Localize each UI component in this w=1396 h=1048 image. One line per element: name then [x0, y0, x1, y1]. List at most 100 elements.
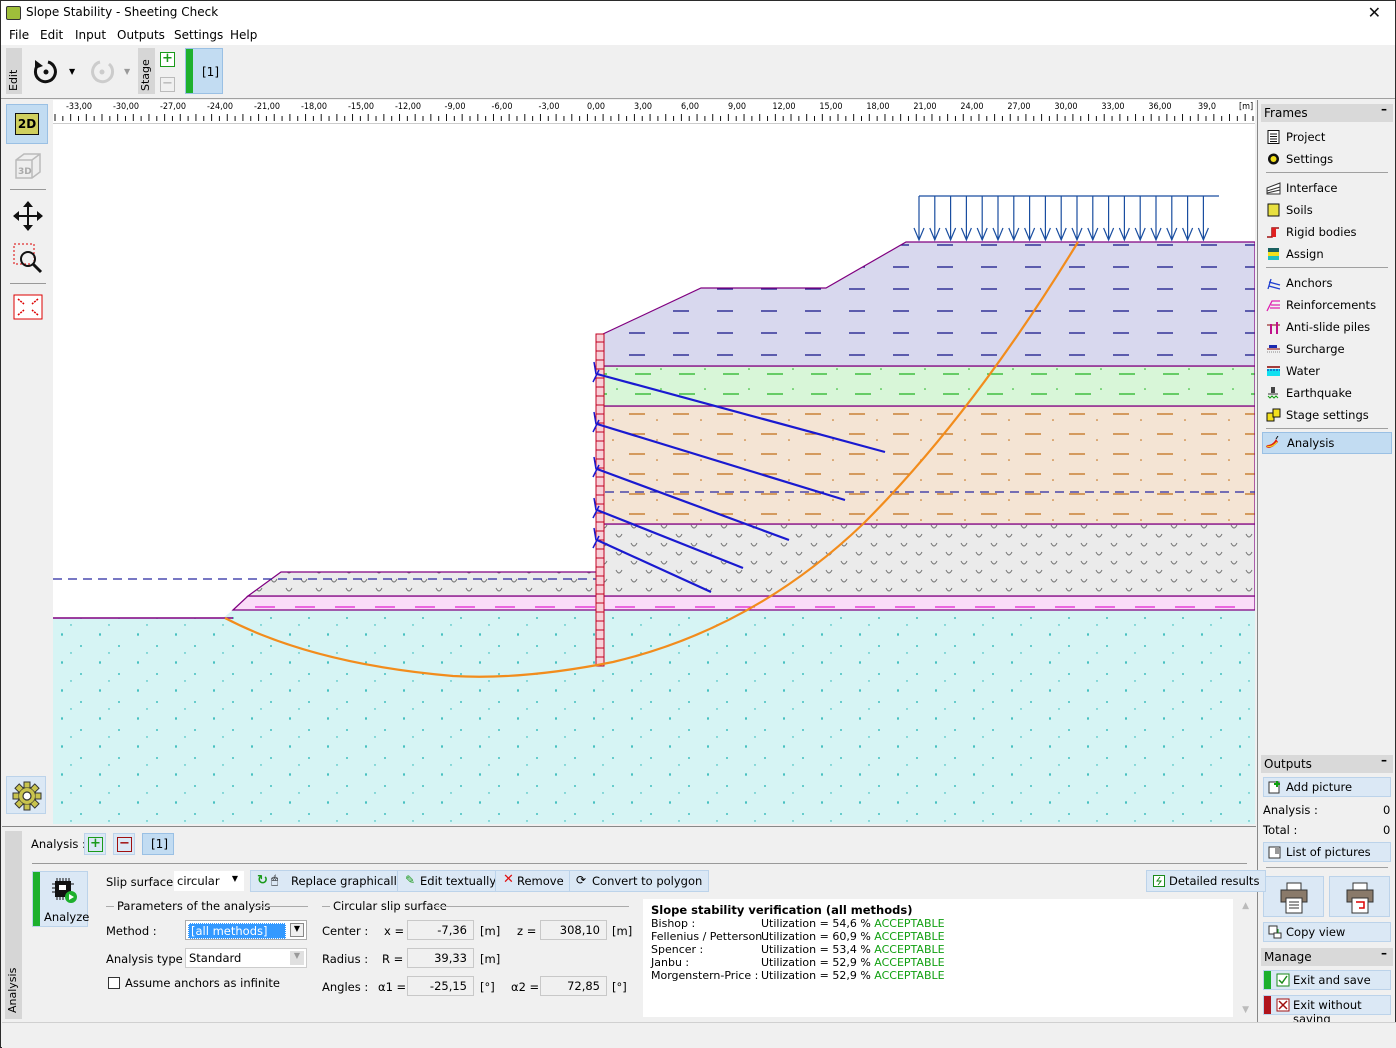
result-values: Utilization = 60,9 % ACCEPTABLE: [761, 930, 945, 943]
result-status: ACCEPTABLE: [874, 969, 945, 982]
slip-surface-value: circular: [177, 874, 220, 888]
detailed-results-label: Detailed results: [1169, 874, 1260, 888]
frame-water[interactable]: Water: [1264, 361, 1390, 381]
frame-assign-label: Assign: [1286, 247, 1324, 261]
surcharge-arrow: [1150, 196, 1162, 242]
frame-assign[interactable]: Assign: [1264, 244, 1390, 264]
drawing-canvas[interactable]: [53, 124, 1255, 824]
view-2d-button[interactable]: 2D: [6, 104, 48, 144]
r-unit: [m]: [480, 952, 501, 966]
convert-to-polygon-button[interactable]: ⟳ Convert to polygon: [569, 870, 710, 892]
frame-anti-slide-piles[interactable]: Anti-slide piles: [1264, 317, 1390, 337]
add-analysis-button[interactable]: +: [84, 833, 106, 855]
stage-settings-icon: [1266, 408, 1281, 422]
menu-edit[interactable]: Edit: [40, 28, 63, 42]
analysis-1-tab[interactable]: [1]: [142, 833, 174, 855]
replace-graphically-button[interactable]: ↻ 🖱 Replace graphically: [250, 870, 411, 892]
frame-stage-settings[interactable]: Stage settings: [1264, 405, 1390, 425]
exit-without-saving-button[interactable]: Exit without saving: [1263, 995, 1391, 1026]
add-picture-button[interactable]: Add picture: [1263, 777, 1391, 797]
radius-field[interactable]: 39,33: [407, 948, 474, 968]
method-value: [all methods]: [188, 923, 286, 939]
analysis-side-tab[interactable]: Analysis: [5, 831, 22, 1019]
slip-surface-label: Slip surface :: [106, 875, 181, 889]
add-picture-icon: [1268, 781, 1280, 794]
surcharge-load: [913, 195, 1219, 242]
method-select[interactable]: [all methods] ▼: [185, 920, 307, 940]
frame-surcharge[interactable]: Surcharge: [1264, 339, 1390, 359]
center-x-field[interactable]: -7,36: [407, 920, 474, 940]
surcharge-arrow: [1134, 196, 1146, 242]
frame-project[interactable]: Project: [1264, 127, 1390, 147]
frame-soils[interactable]: Soils: [1264, 200, 1390, 220]
print-pdf-button[interactable]: [1329, 876, 1390, 917]
detailed-results-button[interactable]: Detailed results: [1146, 870, 1267, 892]
redo-icon: [91, 60, 115, 84]
sheeting-wall: [595, 333, 605, 667]
r-label: R =: [382, 952, 404, 966]
undo-dropdown-icon[interactable]: ▼: [69, 67, 75, 76]
frame-interface[interactable]: Interface: [1264, 178, 1390, 198]
frame-analysis[interactable]: Analysis: [1262, 432, 1392, 454]
list-of-pictures-button[interactable]: List of pictures: [1263, 842, 1391, 862]
scroll-down-icon[interactable]: ▼: [1242, 1005, 1249, 1015]
add-picture-label: Add picture: [1286, 780, 1353, 794]
frame-settings[interactable]: Settings: [1264, 149, 1390, 169]
frame-rigid-bodies[interactable]: Rigid bodies: [1264, 222, 1390, 242]
geotechnical-model[interactable]: [53, 124, 1255, 824]
collapse-icon[interactable]: –: [1381, 753, 1387, 767]
view-3d-icon[interactable]: 3D: [12, 150, 44, 182]
remove-stage-button: −: [160, 77, 175, 92]
result-utilization: Utilization = 53,4 %: [761, 943, 871, 956]
menu-help[interactable]: Help: [230, 28, 257, 42]
frame-earthquake[interactable]: Earthquake: [1264, 383, 1390, 403]
menu-input[interactable]: Input: [75, 28, 106, 42]
settings-button[interactable]: [6, 776, 46, 814]
collapse-icon[interactable]: –: [1381, 102, 1387, 116]
slip-surface-select[interactable]: circular ▼: [174, 871, 244, 891]
save-indicator: [1264, 971, 1271, 989]
exit-and-save-button[interactable]: Exit and save: [1263, 970, 1391, 990]
scroll-up-icon[interactable]: ▲: [1242, 901, 1249, 911]
print-button[interactable]: [1263, 876, 1324, 917]
remove-button[interactable]: ✕ Remove: [495, 870, 571, 892]
left-toolbar: 2D 3D: [2, 100, 52, 825]
alpha2-field[interactable]: 72,85: [540, 976, 607, 996]
frame-anchors[interactable]: Anchors: [1264, 273, 1390, 293]
zoom-extents-icon[interactable]: [13, 294, 43, 320]
result-status: ACCEPTABLE: [874, 943, 945, 956]
printer-icon: [1280, 882, 1308, 914]
result-method: Janbu :: [651, 956, 690, 969]
group-line: [106, 906, 114, 907]
manage-header[interactable]: Manage –: [1261, 946, 1393, 966]
result-row: Morgenstern-Price :: [651, 969, 758, 982]
assume-anchors-checkbox[interactable]: [108, 977, 120, 989]
menu-file[interactable]: File: [9, 28, 29, 42]
copy-view-button[interactable]: Copy view: [1263, 922, 1391, 942]
outputs-analysis-count: 0: [1383, 803, 1391, 817]
frame-reinforcements[interactable]: Reinforcements: [1264, 295, 1390, 315]
pan-move-icon[interactable]: [12, 200, 44, 232]
analyze-button[interactable]: Analyze: [32, 871, 89, 927]
app-window: Slope Stability - Sheeting Check ✕ File …: [0, 0, 1396, 1048]
stage-1-tab[interactable]: [1]: [185, 48, 223, 94]
undo-icon[interactable]: [31, 57, 61, 87]
remove-analysis-button[interactable]: −: [113, 833, 135, 855]
edit-textually-button[interactable]: ✎ Edit textually: [397, 870, 504, 892]
frame-settings-label: Settings: [1286, 152, 1334, 166]
menu-outputs[interactable]: Outputs: [117, 28, 165, 42]
add-stage-button[interactable]: +: [160, 52, 175, 67]
zoom-window-icon[interactable]: [12, 242, 46, 276]
frames-header[interactable]: Frames –: [1261, 102, 1393, 122]
convert-icon: ⟳: [576, 873, 587, 887]
analysis-type-select[interactable]: Standard ▼: [185, 948, 307, 968]
outputs-header[interactable]: Outputs –: [1261, 753, 1393, 773]
surcharge-arrow: [1087, 196, 1099, 242]
menu-settings[interactable]: Settings: [174, 28, 223, 42]
collapse-icon[interactable]: –: [1381, 946, 1387, 960]
close-icon[interactable]: ✕: [1368, 3, 1381, 22]
center-z-field[interactable]: 308,10: [540, 920, 607, 940]
surcharge-arrow: [1071, 196, 1083, 242]
alpha1-field[interactable]: -25,15: [407, 976, 474, 996]
result-utilization: Utilization = 52,9 %: [761, 956, 871, 969]
